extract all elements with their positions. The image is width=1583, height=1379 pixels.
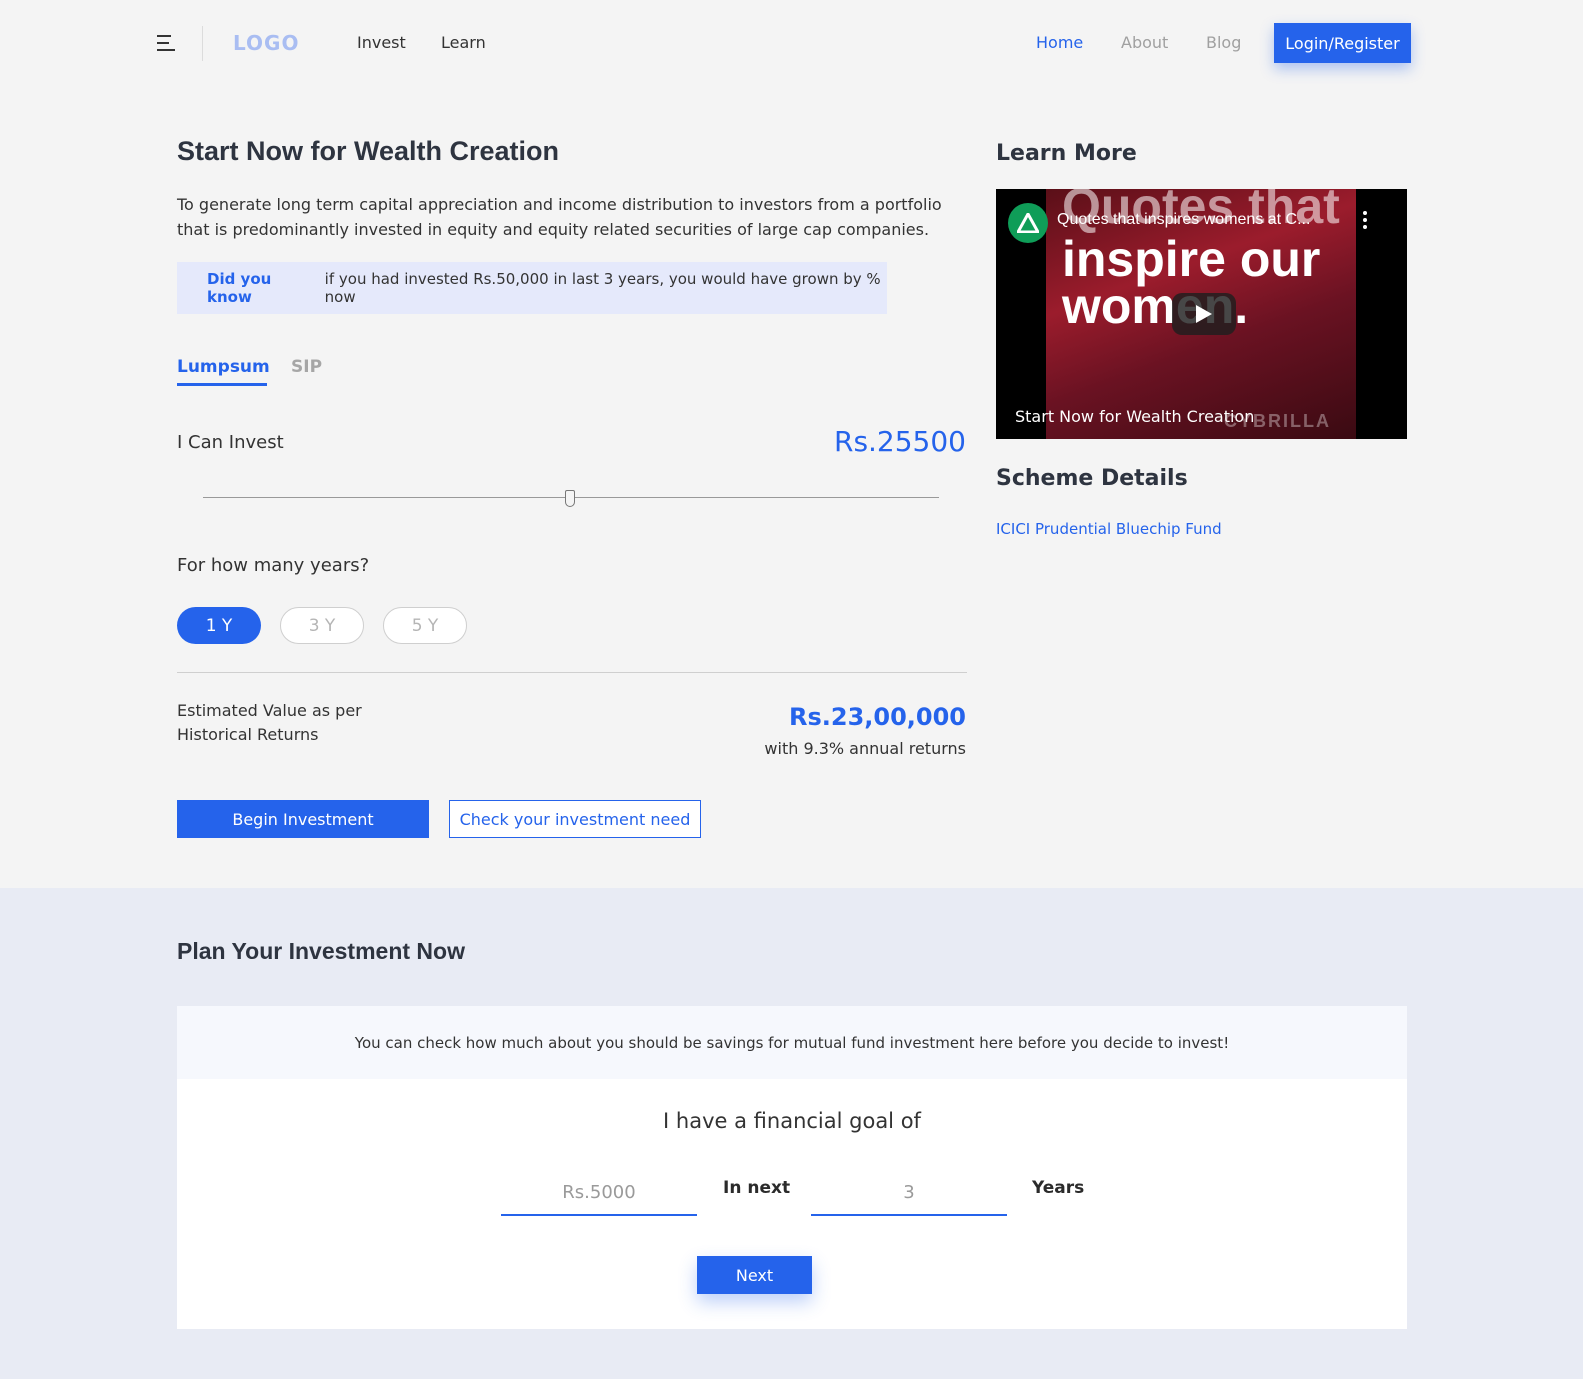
page-title: Start Now for Wealth Creation — [177, 136, 560, 166]
learn-more-title: Learn More — [996, 141, 1137, 166]
video-title[interactable]: Quotes that inspires womens at C... — [1057, 211, 1310, 229]
did-you-know-text: if you had invested Rs.50,000 in last 3 … — [324, 270, 881, 306]
tab-active-indicator — [177, 383, 267, 386]
goal-years-input[interactable] — [811, 1170, 1007, 1216]
more-options-icon[interactable] — [1362, 211, 1368, 231]
video-overlay-line-2: inspire our — [1062, 231, 1321, 287]
begin-investment-button[interactable]: Begin Investment — [177, 800, 429, 838]
estimated-value: Rs.23,00,000 — [788, 703, 966, 731]
years-label: Years — [1032, 1178, 1085, 1198]
estimated-value-label: Estimated Value as per Historical Return… — [177, 701, 362, 744]
nav-home[interactable]: Home — [1036, 33, 1083, 52]
header-divider — [202, 26, 203, 61]
invest-slider-thumb[interactable] — [565, 490, 575, 507]
in-next-label: In next — [723, 1178, 791, 1198]
channel-avatar-icon[interactable] — [1008, 203, 1048, 243]
did-you-know-banner: Did you know if you had invested Rs.50,0… — [177, 262, 887, 314]
logo[interactable]: LOGO — [233, 31, 299, 55]
years-question: For how many years? — [177, 555, 370, 576]
scheme-link[interactable]: ICICI Prudential Bluechip Fund — [996, 520, 1222, 538]
video-caption: Start Now for Wealth Creation — [1015, 407, 1255, 426]
year-option-1y[interactable]: 1 Y — [177, 607, 261, 644]
next-button[interactable]: Next — [697, 1256, 812, 1294]
scheme-details-title: Scheme Details — [996, 466, 1188, 491]
goal-heading: I have a financial goal of — [663, 1109, 921, 1133]
plan-info-bar: You can check how much about you should … — [177, 1006, 1407, 1079]
estimated-returns-note: with 9.3% annual returns — [764, 739, 966, 758]
year-option-5y[interactable]: 5 Y — [383, 607, 467, 644]
video-player[interactable]: Quotes that inspire our women. Quotes th… — [996, 189, 1407, 439]
fund-description: To generate long term capital appreciati… — [177, 195, 942, 239]
nav-blog[interactable]: Blog — [1206, 33, 1241, 52]
tab-lumpsum[interactable]: Lumpsum — [177, 357, 270, 377]
plan-info-text: You can check how much about you should … — [354, 1033, 1230, 1052]
tab-sip[interactable]: SIP — [291, 357, 322, 377]
hamburger-menu-icon[interactable] — [157, 34, 177, 52]
goal-amount-input[interactable] — [501, 1170, 697, 1216]
play-icon[interactable] — [1172, 293, 1236, 335]
login-register-button[interactable]: Login/Register — [1274, 23, 1411, 63]
section-divider — [177, 672, 967, 673]
invest-label: I Can Invest — [177, 432, 284, 453]
nav-invest[interactable]: Invest — [357, 33, 406, 52]
nav-about[interactable]: About — [1121, 33, 1168, 52]
nav-learn[interactable]: Learn — [441, 33, 486, 52]
year-option-3y[interactable]: 3 Y — [280, 607, 364, 644]
check-investment-need-button[interactable]: Check your investment need — [449, 800, 701, 838]
did-you-know-label: Did you know — [207, 270, 272, 306]
invest-amount: Rs.25500 — [833, 425, 966, 458]
plan-title: Plan Your Investment Now — [177, 938, 465, 964]
